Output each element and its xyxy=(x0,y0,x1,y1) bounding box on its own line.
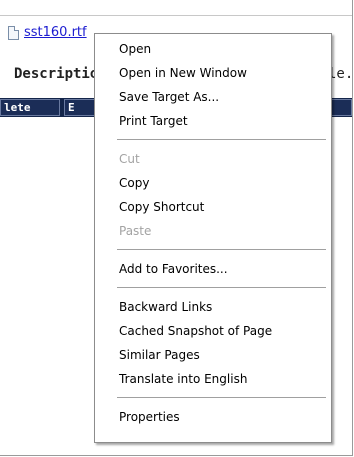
menu-item-properties[interactable]: Properties xyxy=(119,405,180,429)
menu-separator xyxy=(117,139,326,140)
menu-item-translate-into-english[interactable]: Translate into English xyxy=(119,367,247,391)
menu-item-backward-links[interactable]: Backward Links xyxy=(119,295,212,319)
description-label: Description xyxy=(14,66,107,82)
menu-item-paste: Paste xyxy=(119,224,152,238)
menu-item-open[interactable]: Open xyxy=(119,37,151,61)
menu-item-add-to-favorites[interactable]: Add to Favorites... xyxy=(119,257,228,281)
menu-item-copy-shortcut[interactable]: Copy Shortcut xyxy=(119,195,204,219)
top-divider xyxy=(0,0,352,16)
menu-item-open-in-new-window[interactable]: Open in New Window xyxy=(119,61,247,85)
context-menu: Open Open in New Window Save Target As..… xyxy=(94,33,332,443)
menu-separator xyxy=(117,397,326,398)
delete-button[interactable]: lete xyxy=(0,99,60,116)
document-icon xyxy=(8,26,19,40)
menu-item-cut: Cut xyxy=(119,152,140,166)
menu-item-print-target[interactable]: Print Target xyxy=(119,109,188,133)
edit-button[interactable]: E xyxy=(64,99,98,116)
menu-item-cached-snapshot[interactable]: Cached Snapshot of Page xyxy=(119,319,272,343)
file-link[interactable]: sst160.rtf xyxy=(24,25,87,40)
menu-separator xyxy=(117,287,326,288)
menu-item-save-target-as[interactable]: Save Target As... xyxy=(119,85,219,109)
menu-separator xyxy=(117,249,326,250)
menu-item-copy[interactable]: Copy xyxy=(119,171,149,195)
menu-item-similar-pages[interactable]: Similar Pages xyxy=(119,343,200,367)
